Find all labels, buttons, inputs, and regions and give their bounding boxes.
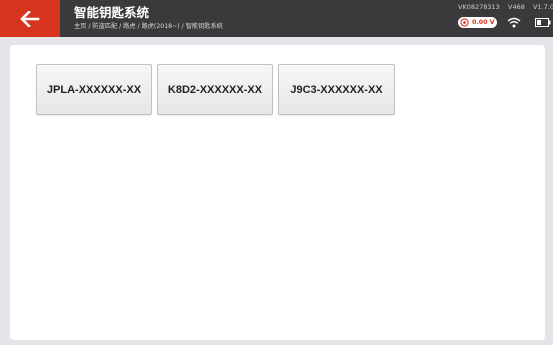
voltage-badge: 0.00 V (458, 17, 497, 28)
title-area: 智能钥匙系统 主页 / 防盗匹配 / 路虎 / 路虎(2018~) / 智能钥匙… (74, 6, 223, 31)
key-option-button[interactable]: JPLA-XXXXXX-XX (36, 64, 152, 115)
device-serial: VK08278313 (458, 3, 500, 11)
arrow-left-icon (20, 10, 40, 27)
device-model: V468 (508, 3, 525, 11)
battery-icon (535, 18, 551, 27)
software-version: V1.7.0 (533, 3, 553, 11)
content-panel: JPLA-XXXXXX-XX K8D2-XXXXXX-XX J9C3-XXXXX… (10, 45, 545, 340)
top-bar: 智能钥匙系统 主页 / 防盗匹配 / 路虎 / 路虎(2018~) / 智能钥匙… (0, 0, 553, 37)
breadcrumb: 主页 / 防盗匹配 / 路虎 / 路虎(2018~) / 智能钥匙系统 (74, 23, 223, 30)
voltage-gauge-icon (460, 18, 469, 27)
key-option-button[interactable]: J9C3-XXXXXX-XX (278, 64, 395, 115)
back-button[interactable] (0, 0, 60, 37)
key-option-button[interactable]: K8D2-XXXXXX-XX (157, 64, 273, 115)
page-title: 智能钥匙系统 (74, 5, 150, 20)
voltage-value: 0.00 V (472, 19, 495, 26)
wifi-icon (507, 17, 521, 28)
